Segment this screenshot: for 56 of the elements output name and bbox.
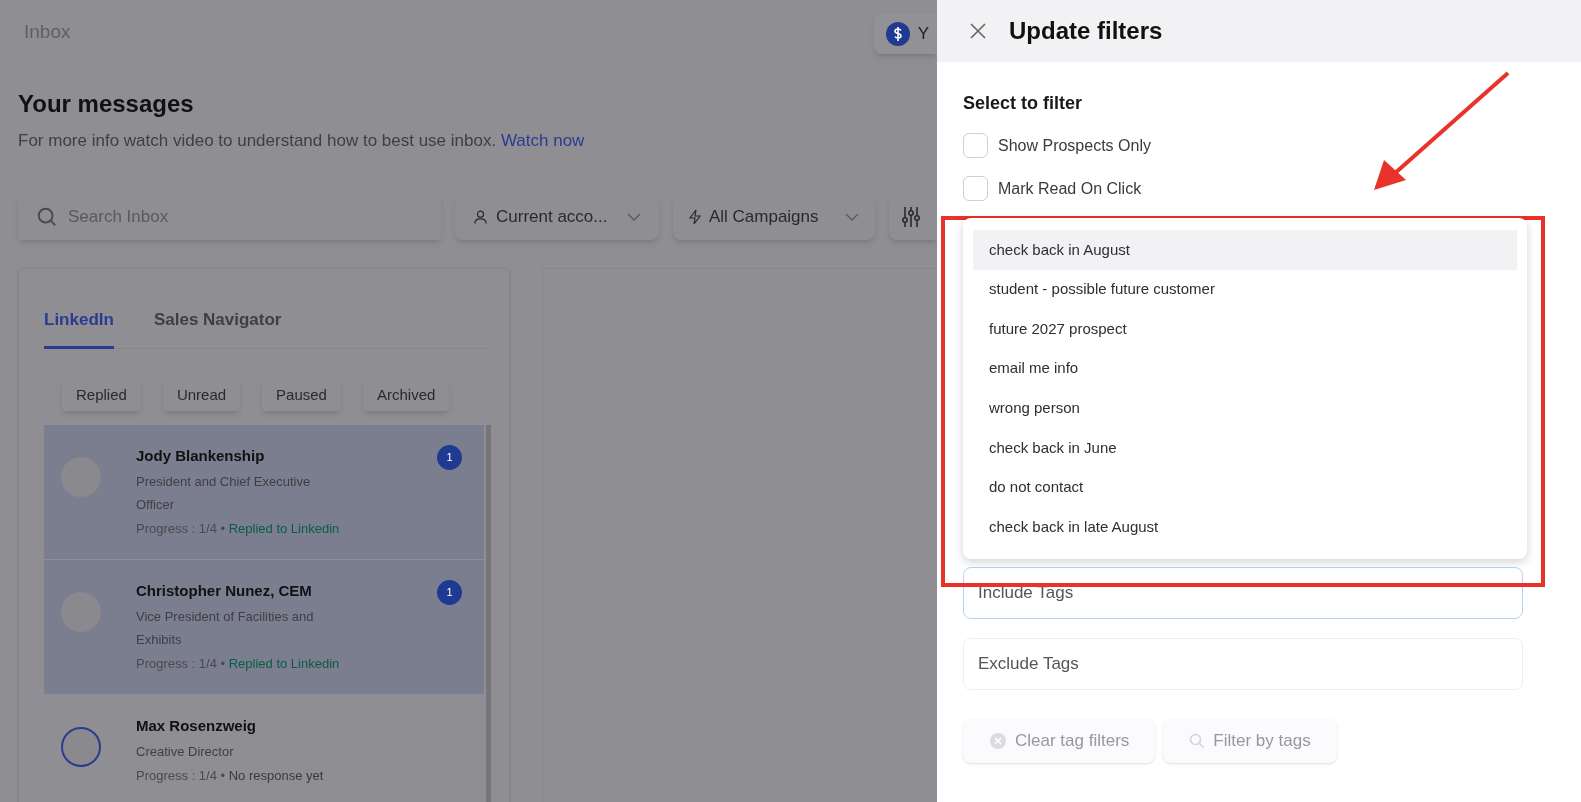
chip-label: Y <box>917 23 929 46</box>
section-heading: Select to filter <box>963 92 1084 115</box>
contact-name: Christopher Nunez, CEM <box>136 581 313 601</box>
clear-tag-filters-button[interactable]: Clear tag filters <box>963 718 1156 763</box>
lightning-icon <box>688 208 701 225</box>
progress-text: Progress : 1/4 • Replied to Linkedin <box>136 519 340 538</box>
contact-title: Vice President of Facilities and Exhibits <box>136 607 315 649</box>
channel-tab[interactable]: LinkedIn <box>44 306 114 349</box>
conversation-item[interactable]: Jody Blankenship President and Chief Executive Officer Progress : 1/4 • Replied to Linkedin 1 <box>44 425 484 559</box>
chevron-down-icon <box>626 212 641 221</box>
intro-text: For more info watch video to understand how to best use inbox. Watch now <box>18 130 586 152</box>
dollar-icon <box>885 22 910 46</box>
conversation-item[interactable]: Max Rosenzweig Creative Director Progress : 1/4 • No response yet <box>44 695 484 802</box>
search-icon <box>36 205 58 228</box>
unread-badge: 1 <box>437 580 462 605</box>
tag-option[interactable]: student - possible future customer <box>973 269 1517 310</box>
tag-option[interactable]: do not contact <box>973 467 1517 508</box>
tag-option[interactable]: check back in August <box>973 230 1517 270</box>
credit-chip[interactable]: Y <box>873 14 937 54</box>
tag-option[interactable]: email me info <box>973 348 1517 389</box>
quick-filter-button[interactable]: Unread <box>162 379 241 411</box>
conversation-item[interactable]: Christopher Nunez, CEM Vice President of Facilities and Exhibits Progress : 1/4 • Replied to Linkedin 1 <box>44 560 484 694</box>
progress-text: Progress : 1/4 • Replied to Linkedin <box>136 654 340 673</box>
watch-now-link[interactable]: Watch now <box>500 131 585 150</box>
page-heading: Your messages <box>18 89 195 119</box>
filter-by-tags-button[interactable]: Filter by tags <box>1163 718 1337 763</box>
contact-title: President and Chief Executive Officer <box>136 472 312 514</box>
checkbox[interactable] <box>963 133 988 158</box>
avatar <box>61 727 101 767</box>
checkbox[interactable] <box>963 176 988 201</box>
tag-option[interactable]: check back in late August <box>973 507 1517 547</box>
quick-filter-button[interactable]: Replied <box>62 379 141 411</box>
contact-title: Creative Director <box>136 742 235 761</box>
chevron-down-icon <box>844 212 859 221</box>
unread-badge: 1 <box>437 445 462 470</box>
person-icon <box>473 208 488 225</box>
checkbox-label: Show Prospects Only <box>998 135 1151 156</box>
quick-filter-button[interactable]: Archived <box>362 379 450 411</box>
contact-name: Jody Blankenship <box>136 446 266 466</box>
tag-option[interactable]: future 2027 prospect <box>973 309 1517 349</box>
progress-text: Progress : 1/4 • No response yet <box>136 766 325 785</box>
close-icon[interactable] <box>969 22 987 40</box>
search-icon <box>1189 732 1206 749</box>
panel-title: Update filters <box>1009 16 1163 46</box>
scrollbar[interactable] <box>486 425 491 802</box>
tag-option[interactable]: check back in June <box>973 427 1517 468</box>
contact-name: Max Rosenzweig <box>136 716 258 736</box>
channel-tab[interactable]: Sales Navigator <box>153 306 282 349</box>
checkbox-label: Mark Read On Click <box>998 178 1142 199</box>
exclude-tags-field[interactable]: Exclude Tags <box>963 637 1523 690</box>
sliders-icon <box>900 205 921 228</box>
quick-filter-button[interactable]: Paused <box>262 379 341 411</box>
tag-option[interactable]: wrong person <box>973 388 1517 428</box>
account-dropdown[interactable]: Current acco... <box>455 193 659 240</box>
clear-icon <box>989 731 1007 750</box>
campaign-dropdown[interactable]: All Campaigns <box>672 193 875 240</box>
